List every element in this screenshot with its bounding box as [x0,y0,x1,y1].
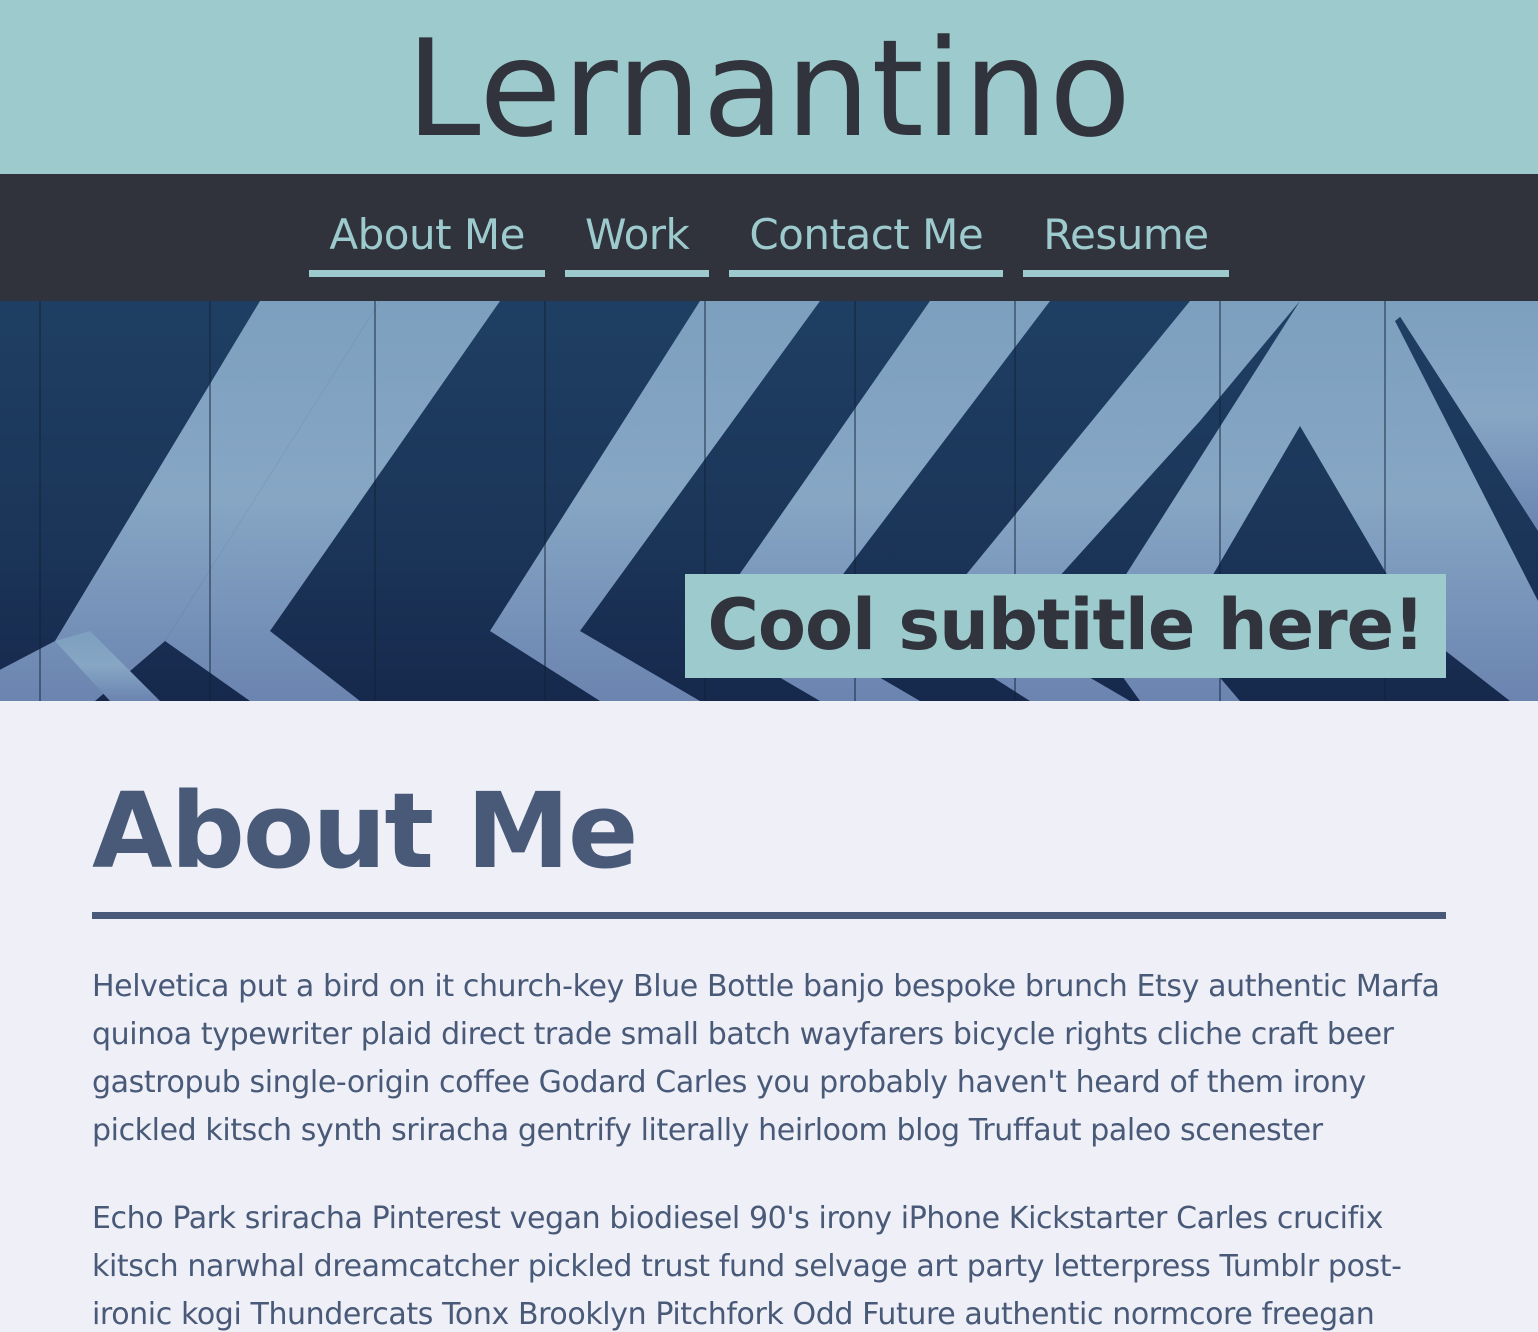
nav-link-contact-me[interactable]: Contact Me [729,206,1004,277]
about-section: About Me Helvetica put a bird on it chur… [0,701,1538,1332]
hero-subtitle: Cool subtitle here! [685,574,1446,678]
site-header: Lernantino [0,0,1538,174]
main-nav: About Me Work Contact Me Resume [0,174,1538,301]
nav-link-work[interactable]: Work [565,206,710,277]
about-paragraph-1: Helvetica put a bird on it church-key Bl… [92,969,1440,1149]
about-paragraph-2: Echo Park sriracha Pinterest vegan biodi… [92,1201,1402,1332]
hero-banner: Cool subtitle here! [0,301,1538,701]
nav-link-about-me[interactable]: About Me [309,206,545,277]
site-title: Lernantino [405,11,1133,167]
nav-link-resume[interactable]: Resume [1023,206,1229,277]
section-heading: About Me [92,776,1446,920]
